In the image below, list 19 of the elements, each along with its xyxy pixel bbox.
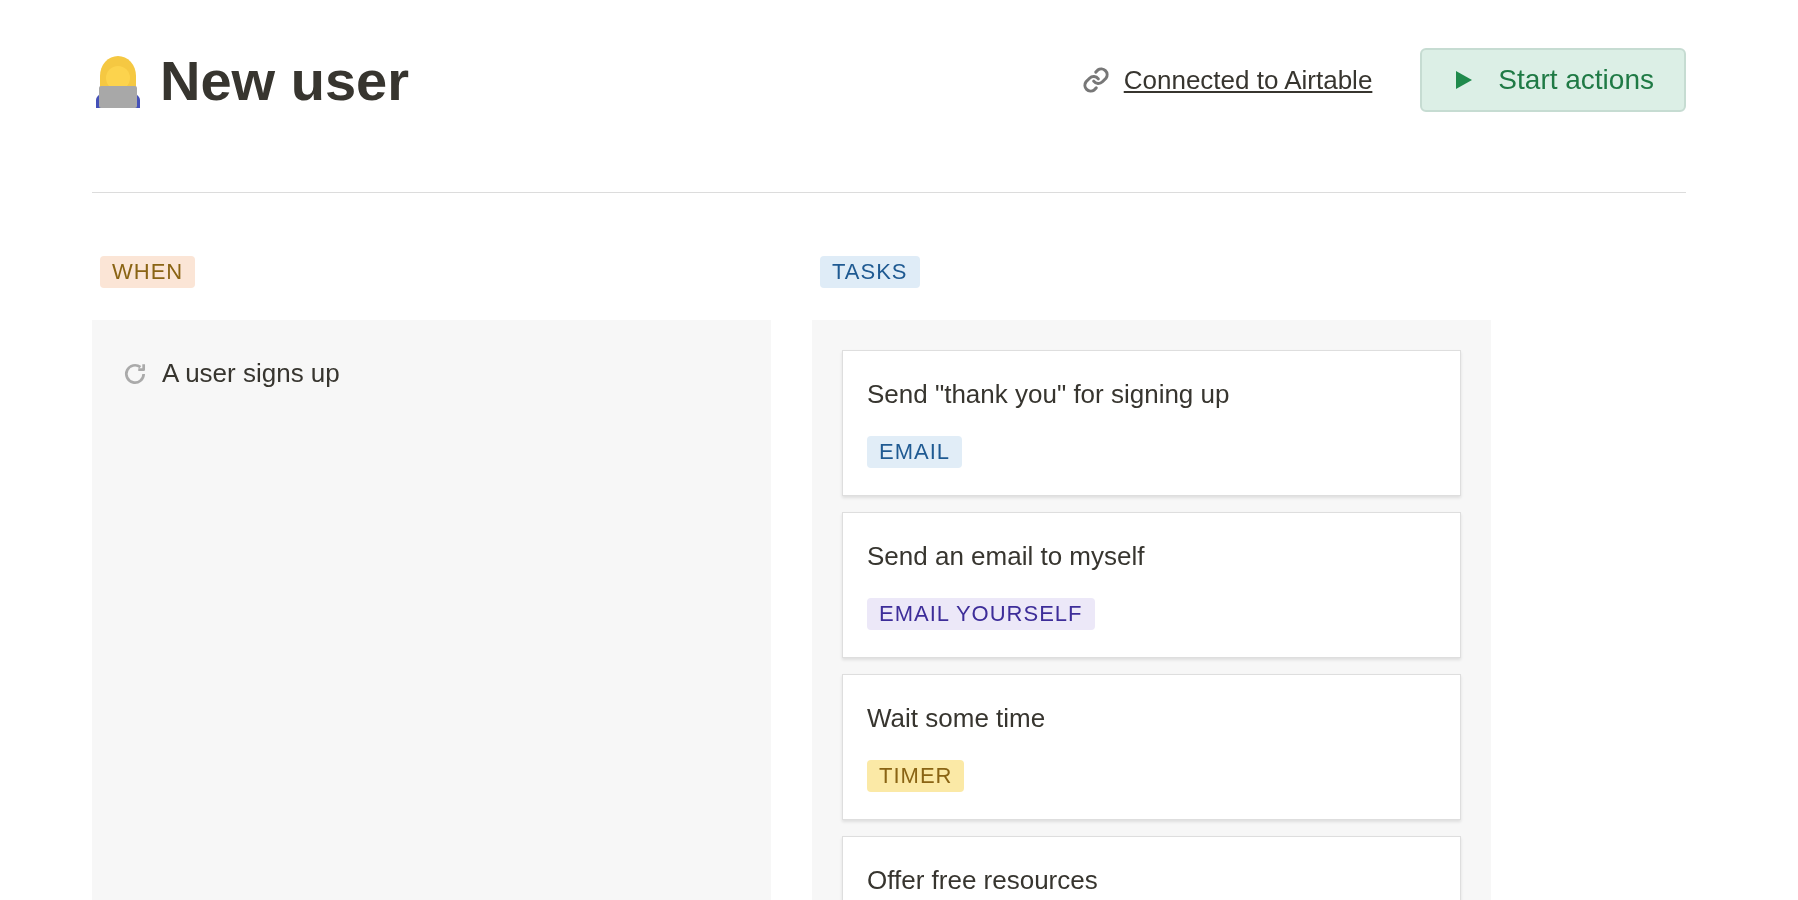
task-title: Offer free resources	[867, 865, 1098, 896]
task-title: Wait some time	[867, 703, 1046, 734]
tasks-tag: TASKS	[820, 256, 920, 288]
link-icon	[1081, 66, 1110, 94]
task-card[interactable]: Send an email to myself EMAIL YOURSELF	[842, 512, 1461, 658]
task-card[interactable]: Offer free resources	[842, 836, 1461, 900]
task-type-tag: EMAIL YOURSELF	[867, 598, 1095, 630]
play-icon	[1456, 71, 1473, 89]
airtable-link[interactable]: Connected to Airtable	[1123, 64, 1373, 96]
task-type-tag: EMAIL	[867, 436, 963, 468]
task-card[interactable]: Wait some time TIMER	[842, 674, 1461, 820]
when-tag: WHEN	[100, 256, 196, 288]
task-card[interactable]: Send "thank you" for signing up EMAIL	[842, 350, 1461, 496]
trigger-text: A user signs up	[162, 358, 340, 389]
task-title: Send "thank you" for signing up	[867, 379, 1230, 410]
task-type-tag: TIMER	[867, 760, 965, 792]
task-title: Send an email to myself	[867, 541, 1145, 572]
page-title: New user	[160, 47, 409, 113]
start-actions-button[interactable]: Start actions	[1420, 48, 1686, 112]
